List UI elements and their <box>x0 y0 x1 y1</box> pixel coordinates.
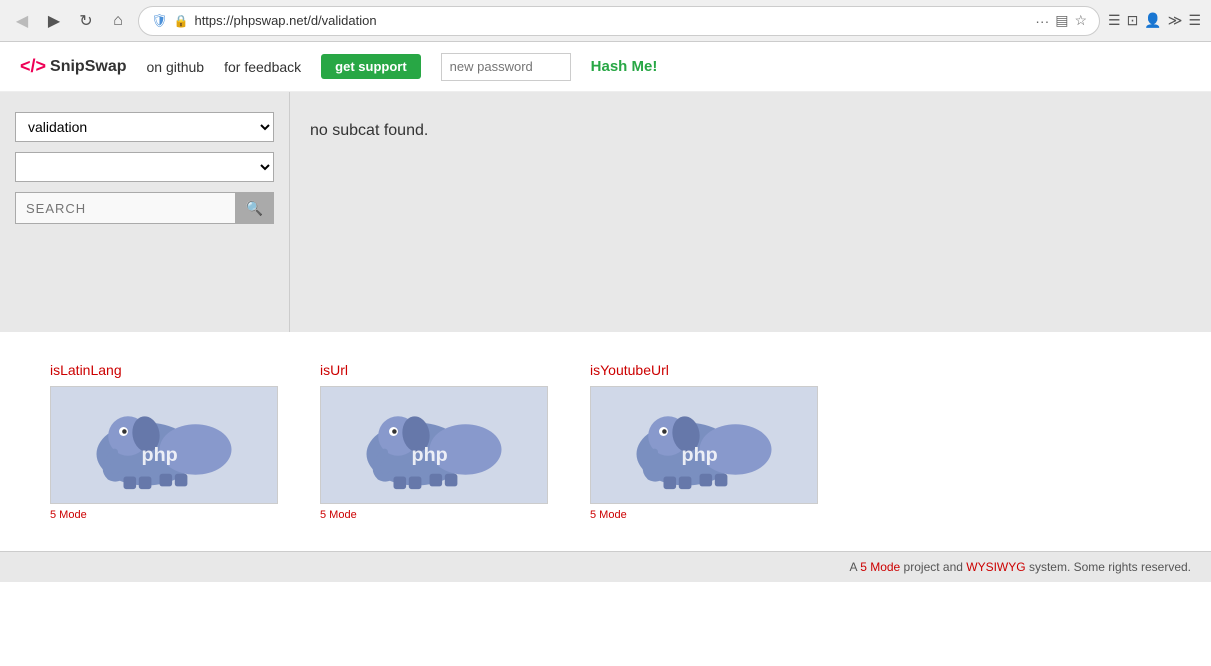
snippet-card[interactable]: isUrl php 5 Mode <box>320 362 550 521</box>
tab-icon[interactable]: ⊡ <box>1127 12 1139 29</box>
browser-toolbar-right: ☰ ⊡ 👤 ≫ ☰ <box>1108 12 1201 29</box>
reload-button[interactable]: ↻ <box>74 9 98 33</box>
overflow-icon[interactable]: ≫ <box>1168 12 1183 29</box>
logo-link[interactable]: </> SnipSwap <box>20 56 126 77</box>
search-row: 🔍 <box>15 192 274 224</box>
address-bar[interactable]: 🛡 🔒 https://phpswap.net/d/validation ···… <box>138 6 1100 36</box>
forward-button[interactable]: ▶ <box>42 9 66 33</box>
snippet-image: php <box>590 386 818 504</box>
home-button[interactable]: ⌂ <box>106 9 130 33</box>
logo-icon: </> <box>20 56 46 77</box>
snippet-image: php <box>320 386 548 504</box>
more-icon[interactable]: ··· <box>1035 13 1049 29</box>
shield-icon: 🛡 <box>151 13 168 29</box>
menu-icon[interactable]: ☰ <box>1188 12 1201 29</box>
feedback-link[interactable]: for feedback <box>224 59 301 75</box>
php-elephant-svg-2: php <box>344 400 524 490</box>
search-input[interactable] <box>15 192 235 224</box>
snippet-mode: 5 Mode <box>320 509 550 521</box>
content-area: no subcat found. <box>290 92 1211 332</box>
php-elephant-svg: php <box>74 400 254 490</box>
svg-text:php: php <box>142 444 178 466</box>
snippets-grid: isLatinLang <box>50 362 1161 521</box>
snippet-card[interactable]: isYoutubeUrl php 5 Mod <box>590 362 820 521</box>
search-icon: 🔍 <box>246 200 263 217</box>
php-elephant-svg-3: php <box>614 400 794 490</box>
snippet-mode: 5 Mode <box>50 509 280 521</box>
svg-text:php: php <box>682 444 718 466</box>
snippet-card[interactable]: isLatinLang <box>50 362 280 521</box>
snippet-image: php <box>50 386 278 504</box>
subcat-select[interactable] <box>15 152 274 182</box>
bookmark-icon[interactable]: ☆ <box>1074 12 1087 29</box>
browser-chrome: ◀ ▶ ↻ ⌂ 🛡 🔒 https://phpswap.net/d/valida… <box>0 0 1211 42</box>
no-subcat-message: no subcat found. <box>310 122 1191 140</box>
url-text: https://phpswap.net/d/validation <box>194 13 1029 28</box>
category-select[interactable]: validation <box>15 112 274 142</box>
wysiwyg-link[interactable]: WYSIWYG <box>966 560 1025 574</box>
search-button[interactable]: 🔍 <box>235 192 274 224</box>
logo-text: SnipSwap <box>50 58 126 76</box>
main-container: validation 🔍 no subcat found. <box>0 92 1211 332</box>
snippet-title: isUrl <box>320 362 550 378</box>
address-icons: ··· ▤ ☆ <box>1035 12 1087 29</box>
get-support-button[interactable]: get support <box>321 54 421 79</box>
snippet-mode: 5 Mode <box>590 509 820 521</box>
reader-icon[interactable]: ▤ <box>1055 12 1068 29</box>
profile-icon[interactable]: 👤 <box>1144 12 1161 29</box>
app-header: </> SnipSwap on github for feedback get … <box>0 42 1211 92</box>
footer: A 5 Mode project and WYSIWYG system. Som… <box>0 551 1211 582</box>
svg-text:php: php <box>412 444 448 466</box>
mode-link[interactable]: 5 Mode <box>860 560 900 574</box>
snippet-title: isLatinLang <box>50 362 280 378</box>
github-link[interactable]: on github <box>146 59 204 75</box>
bottom-section: isLatinLang <box>0 332 1211 551</box>
footer-text: A 5 Mode project and WYSIWYG system. Som… <box>850 560 1192 574</box>
sidebar: validation 🔍 <box>0 92 290 332</box>
library-icon[interactable]: ☰ <box>1108 12 1121 29</box>
snippet-title: isYoutubeUrl <box>590 362 820 378</box>
hash-me-button[interactable]: Hash Me! <box>591 58 658 75</box>
lock-icon: 🔒 <box>174 14 189 28</box>
password-input[interactable] <box>441 53 571 81</box>
back-button[interactable]: ◀ <box>10 9 34 33</box>
